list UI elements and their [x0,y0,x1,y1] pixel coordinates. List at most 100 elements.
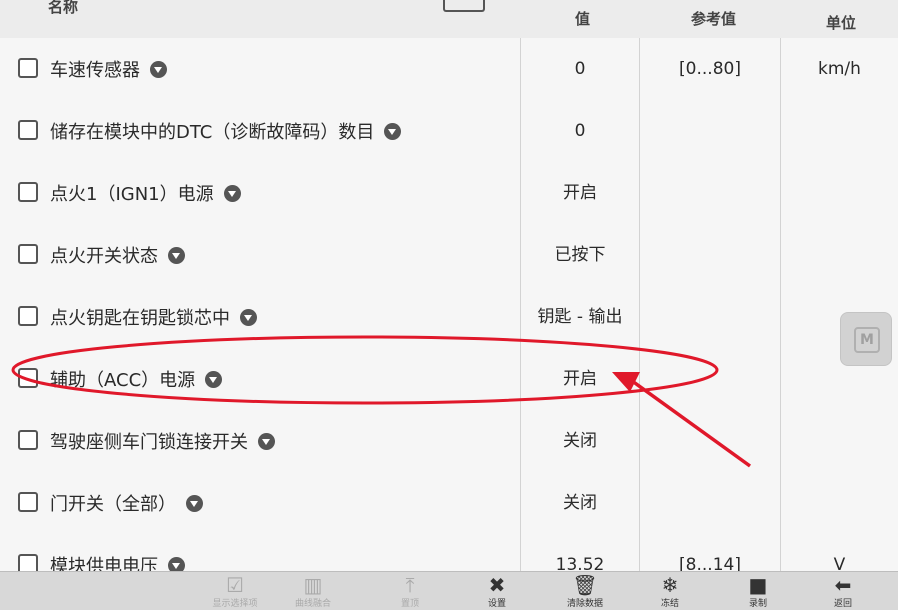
reference-cell [640,410,781,472]
value-cell: 0 [521,100,640,162]
name-cell: 储存在模块中的DTC（诊断故障码）数目 [0,100,521,162]
value-cell: 开启 [521,348,640,410]
row-name: 门开关（全部） [50,490,203,516]
unit-cell [781,162,898,224]
reference-cell [640,348,781,410]
row-name: 点火开关状态 [50,242,185,268]
tools-icon: ✖ [488,573,506,597]
name-cell: 点火开关状态 [0,224,521,286]
column-header-reference: 参考值 [691,10,737,28]
checkbox-icon: ☑ [226,573,244,597]
row-name-label: 驾驶座侧车门锁连接开关 [50,432,248,453]
snowflake-icon: ❄ [661,573,679,597]
toolbar-label: 录制 [748,599,767,609]
row-name-label: 辅助（ACC）电源 [50,370,196,391]
row-name-label: 门开关（全部） [50,494,176,515]
row-checkbox[interactable] [18,492,38,512]
name-cell: 点火钥匙在钥匙锁芯中 [0,286,521,348]
unit-cell [781,100,898,162]
table-row[interactable]: 驾驶座侧车门锁连接开关 关闭 [0,410,898,473]
toolbar-button-chart[interactable]: ▥ 曲线融合 [273,574,353,609]
row-checkbox[interactable] [18,58,38,78]
expand-icon[interactable] [240,309,257,326]
expand-icon[interactable] [186,495,203,512]
m-icon: M [854,327,880,353]
expand-icon[interactable] [223,185,241,202]
expand-icon[interactable] [384,123,402,140]
floating-menu-button[interactable]: M [840,312,892,366]
row-name: 车速传感器 [50,56,167,82]
toolbar-button-video[interactable]: ■ 录制 [718,574,798,609]
toolbar-button-snowflake[interactable]: ❄ 冻结 [630,574,710,609]
toolbar-button-back-arrow[interactable]: ⬅ 返回 [803,574,883,609]
row-checkbox[interactable] [18,306,38,326]
row-name: 驾驶座侧车门锁连接开关 [50,428,275,454]
value-cell: 已按下 [521,224,640,286]
expand-icon[interactable] [168,247,185,264]
unit-cell [781,410,898,472]
toolbar-label: 显示选择项 [212,599,258,609]
row-checkbox[interactable] [18,244,38,264]
value-cell: 关闭 [521,410,640,472]
trash-icon: 🗑 [572,573,598,597]
row-checkbox[interactable] [18,430,38,450]
row-name-label: 储存在模块中的DTC（诊断故障码）数目 [50,122,375,143]
row-name-label: 点火开关状态 [50,246,158,267]
expand-icon[interactable] [258,433,275,450]
table-row[interactable]: 点火钥匙在钥匙锁芯中 钥匙 - 输出 [0,286,898,349]
reference-cell [640,472,781,534]
value-cell: 关闭 [521,472,640,534]
back-arrow-icon: ⬅ [834,573,852,597]
value-cell: 钥匙 - 输出 [521,286,640,348]
toolbar-button-trash[interactable]: 🗑 清除数据 [545,574,625,609]
row-checkbox[interactable] [18,182,38,202]
toolbar-button-checkbox[interactable]: ☑ 显示选择项 [195,574,275,609]
table-row[interactable]: 点火1（IGN1）电源 开启 [0,162,898,225]
value-cell: 0 [521,38,640,100]
reference-cell [640,100,781,162]
toolbar-label: 清除数据 [566,599,603,609]
toolbar-label: 设置 [487,599,506,609]
chart-icon: ▥ [303,573,323,597]
column-header-name: 名称 [48,0,79,16]
name-cell: 点火1（IGN1）电源 [0,162,521,224]
table-row[interactable]: 门开关（全部） 关闭 [0,472,898,535]
toolbar-label: 冻结 [660,599,679,609]
value-cell: 开启 [521,162,640,224]
row-name: 储存在模块中的DTC（诊断故障码）数目 [50,118,402,144]
table-row[interactable]: 车速传感器 0 [0...80] km/h [0,38,898,101]
row-name-label: 点火1（IGN1）电源 [50,184,214,205]
toolbar-label: 返回 [833,599,852,609]
row-checkbox[interactable] [18,120,38,140]
row-name: 点火钥匙在钥匙锁芯中 [50,304,257,330]
table-header: 名称 值 参考值 单位 [0,0,898,39]
table-row[interactable]: 储存在模块中的DTC（诊断故障码）数目 0 [0,100,898,163]
unit-cell: km/h [818,59,861,79]
toolbar-label: 曲线融合 [294,599,331,609]
name-cell: 辅助（ACC）电源 [0,348,521,410]
column-header-unit: 单位 [826,14,857,32]
toolbar-button-pin-top[interactable]: ⤒ 置顶 [370,574,450,609]
name-cell: 车速传感器 [0,38,521,100]
table-row[interactable]: 点火开关状态 已按下 [0,224,898,287]
reference-cell [640,224,781,286]
toolbar-button-tools[interactable]: ✖ 设置 [457,574,537,609]
video-icon: ■ [748,573,768,597]
reference-cell [640,162,781,224]
menu-handle[interactable] [443,0,485,12]
pin-top-icon: ⤒ [405,573,415,597]
column-header-value: 值 [575,10,591,28]
reference-cell: [0...80] [640,38,781,100]
row-checkbox[interactable] [18,368,38,388]
table-row[interactable]: 辅助（ACC）电源 开启 [0,348,898,411]
row-name: 点火1（IGN1）电源 [50,180,241,206]
row-name-label: 点火钥匙在钥匙锁芯中 [50,308,230,329]
expand-icon[interactable] [205,371,223,388]
unit-cell [781,224,898,286]
name-cell: 门开关（全部） [0,472,521,534]
row-name: 辅助（ACC）电源 [50,366,223,392]
expand-icon[interactable] [150,61,167,78]
row-name-label: 车速传感器 [50,60,140,81]
name-cell: 驾驶座侧车门锁连接开关 [0,410,521,472]
unit-cell [781,472,898,534]
